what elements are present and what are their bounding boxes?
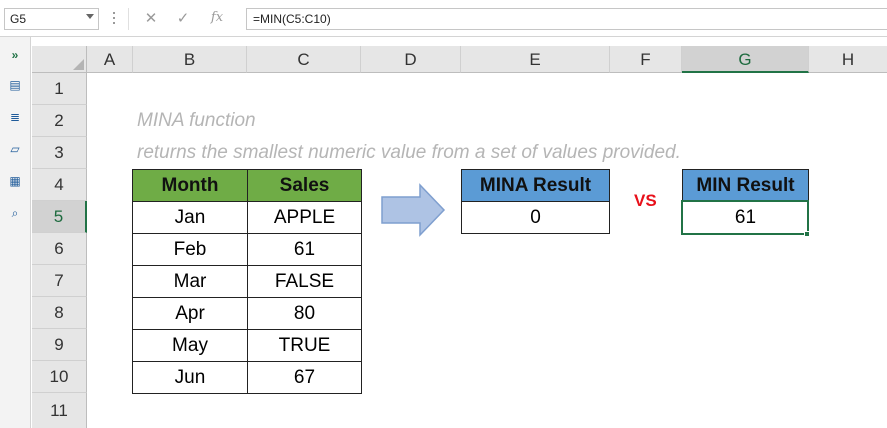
mina-result-table: MINA Result 0 [461,169,610,234]
column-header-d[interactable]: D [361,46,461,73]
workbook-icon[interactable]: ▱ [6,141,24,157]
expand-icon[interactable]: » [6,47,24,63]
table-header-row: MINA Result [461,169,610,202]
row-header-10[interactable]: 10 [32,361,87,393]
select-all-icon [73,59,84,70]
row-header-11[interactable]: 11 [32,393,87,428]
row-header-7[interactable]: 7 [32,265,87,297]
row-header-9[interactable]: 9 [32,329,87,361]
month-cell[interactable]: Apr [132,297,248,330]
column-header-a[interactable]: A [87,46,133,73]
column-header-b[interactable]: B [133,46,247,73]
formula-buttons: ✕ ✓ fx [128,8,240,30]
column-header-f[interactable]: F [610,46,682,73]
sales-cell[interactable]: FALSE [247,265,362,298]
formula-input[interactable]: =MIN(C5:C10) [246,8,887,30]
sales-cell[interactable]: 67 [247,361,362,394]
row-header-5[interactable]: 5 [32,201,87,233]
column-header-h[interactable]: H [809,46,887,73]
sales-cell[interactable]: 61 [247,233,362,266]
data-table: Month Sales Jan APPLE Feb 61 Mar FALSE A… [132,169,362,394]
fill-handle[interactable] [804,231,810,237]
column-header-e[interactable]: E [461,46,610,73]
sales-cell[interactable]: TRUE [247,329,362,362]
find-icon[interactable]: ⌕ [6,205,24,221]
cancel-icon[interactable]: ✕ [141,9,161,27]
row-header-4[interactable]: 4 [32,169,87,201]
mina-value-cell[interactable]: 0 [461,201,610,234]
table-row: Feb 61 [132,233,362,266]
active-cell-selection [681,200,809,235]
insert-function-icon[interactable]: fx [207,10,227,25]
navigation-pane-icon[interactable]: ≣ [6,109,24,125]
column-header-g[interactable]: G [682,46,809,73]
vs-label: VS [634,191,657,210]
row-header-1[interactable]: 1 [32,73,87,105]
header-cell-month[interactable]: Month [132,169,248,202]
table-row: 0 [461,201,610,234]
note-title: MINA function [137,110,256,131]
mina-header-cell[interactable]: MINA Result [461,169,610,202]
table-row: Jan APPLE [132,201,362,234]
month-cell[interactable]: Jan [132,201,248,234]
table-row: May TRUE [132,329,362,362]
month-cell[interactable]: Mar [132,265,248,298]
min-header-cell[interactable]: MIN Result [682,169,809,202]
side-toolbar: » ▤ ≣ ▱ ▦ ⌕ [0,37,31,428]
column-header-c[interactable]: C [247,46,361,73]
right-arrow-icon[interactable] [380,183,446,237]
table-header-row: Month Sales [132,169,362,202]
table-row: Mar FALSE [132,265,362,298]
month-cell[interactable]: Jun [132,361,248,394]
sales-cell[interactable]: 80 [247,297,362,330]
table-header-row: MIN Result [682,169,809,202]
month-cell[interactable]: May [132,329,248,362]
formula-bar: G5 ✕ ✓ fx =MIN(C5:C10) [0,0,887,37]
row-header-2[interactable]: 2 [32,105,87,137]
sales-cell[interactable]: APPLE [247,201,362,234]
row-header-6[interactable]: 6 [32,233,87,265]
name-box[interactable]: G5 [4,8,99,30]
row-header-8[interactable]: 8 [32,297,87,329]
grid-icon[interactable]: ▦ [6,173,24,189]
month-cell[interactable]: Feb [132,233,248,266]
table-row: Jun 67 [132,361,362,394]
table-row: Apr 80 [132,297,362,330]
header-cell-sales[interactable]: Sales [247,169,362,202]
checkmark-icon[interactable]: ✓ [173,9,193,27]
navigation-pane-icon[interactable]: ▤ [6,77,24,93]
row-header-3[interactable]: 3 [32,137,87,169]
drag-handle-icon[interactable] [113,12,116,26]
chevron-down-icon[interactable] [86,14,94,19]
note-description: returns the smallest numeric value from … [137,142,681,163]
